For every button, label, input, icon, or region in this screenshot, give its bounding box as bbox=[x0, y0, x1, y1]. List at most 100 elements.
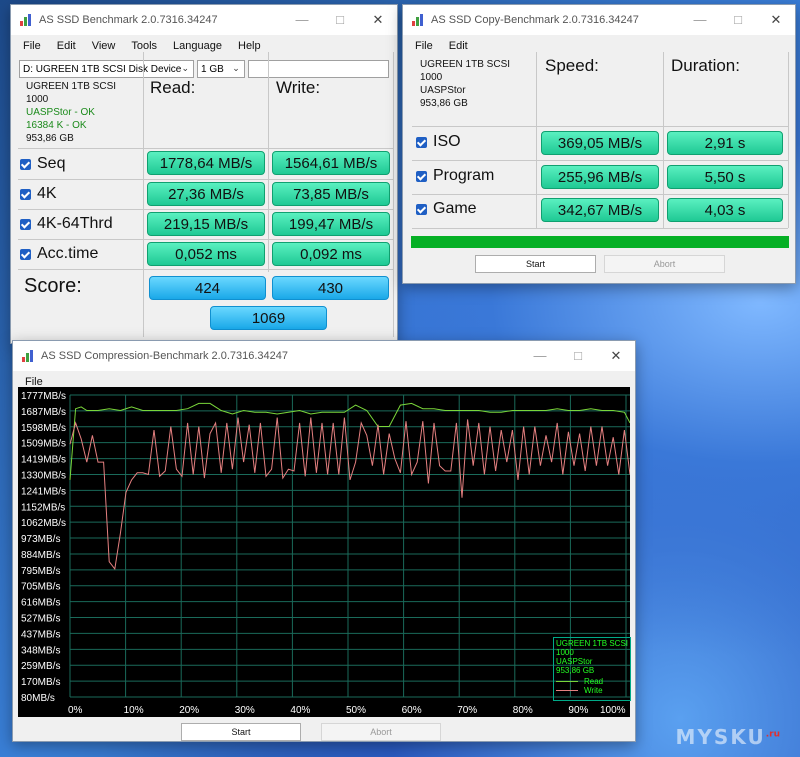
legend-write-swatch bbox=[556, 690, 578, 691]
close-button[interactable]: ✕ bbox=[359, 5, 397, 35]
chart-legend: UGREEN 1TB SCSI 1000 UASPStor 953,86 GB … bbox=[553, 637, 631, 701]
menu-bar: File Edit View Tools Language Help bbox=[11, 35, 397, 57]
menu-edit[interactable]: Edit bbox=[441, 40, 476, 52]
legend-write-label: Write bbox=[584, 686, 603, 695]
menu-language[interactable]: Language bbox=[165, 40, 230, 52]
maximize-button[interactable]: □ bbox=[719, 5, 757, 35]
read-column-header: Read: bbox=[150, 78, 196, 97]
legend-driver: UASPStor bbox=[556, 657, 593, 666]
checkbox-checked-icon[interactable] bbox=[20, 248, 31, 260]
drive-capacity: 953,86 GB bbox=[420, 98, 468, 109]
menu-help[interactable]: Help bbox=[230, 40, 269, 52]
y-tick-label: 80MB/s bbox=[21, 693, 55, 704]
menu-tools[interactable]: Tools bbox=[123, 40, 165, 52]
legend-drive-model: UGREEN 1TB SCSI bbox=[556, 639, 629, 648]
menu-view[interactable]: View bbox=[84, 40, 124, 52]
menu-file[interactable]: File bbox=[15, 40, 49, 52]
compression-chart-svg: 1777MB/s 1687MB/s 1598MB/s 1509MB/s 1419MB/s… bbox=[21, 391, 631, 716]
compression-chart: 1777MB/s 1687MB/s 1598MB/s 1509MB/s 1419MB/s… bbox=[18, 387, 631, 717]
drive-firmware: 1000 bbox=[420, 72, 443, 83]
checkbox-checked-icon[interactable] bbox=[20, 218, 31, 230]
minimize-button[interactable]: — bbox=[283, 5, 321, 35]
row-iso[interactable]: ISO bbox=[416, 130, 461, 154]
y-tick-label: 795MB/s bbox=[21, 566, 60, 577]
y-tick-label: 973MB/s bbox=[21, 534, 60, 545]
x-tick-label: 40% bbox=[290, 705, 310, 716]
chevron-down-icon: ⌄ bbox=[181, 63, 190, 73]
y-tick-label: 705MB/s bbox=[21, 582, 60, 593]
grid-divider bbox=[412, 228, 788, 229]
legend-write: Write bbox=[556, 686, 628, 695]
y-tick-label: 527MB/s bbox=[21, 614, 60, 625]
maximize-button[interactable]: □ bbox=[321, 5, 359, 35]
menu-file[interactable]: File bbox=[407, 40, 441, 52]
size-select-value: 1 GB bbox=[201, 63, 224, 75]
row-4k-64thrd[interactable]: 4K-64Thrd bbox=[20, 212, 113, 236]
game-duration-value: 4,03 s bbox=[667, 198, 783, 222]
maximize-button[interactable]: □ bbox=[559, 341, 597, 371]
benchmark-titlebar[interactable]: AS SSD Benchmark 2.0.7316.34247 — □ ✕ bbox=[11, 5, 397, 35]
y-tick-label: 1152MB/s bbox=[21, 502, 65, 513]
window-title: AS SSD Benchmark 2.0.7316.34247 bbox=[39, 14, 218, 26]
checkbox-checked-icon[interactable] bbox=[416, 203, 427, 215]
x-tick-label: 90% bbox=[568, 705, 588, 716]
copy-titlebar[interactable]: AS SSD Copy-Benchmark 2.0.7316.34247 — □… bbox=[403, 5, 795, 35]
grid-divider bbox=[18, 239, 393, 240]
legend-read-swatch bbox=[556, 681, 578, 682]
row-4k[interactable]: 4K bbox=[20, 182, 57, 206]
copy-progress-bar bbox=[411, 236, 789, 248]
grid-divider bbox=[412, 194, 788, 195]
copy-abort-button[interactable]: Abort bbox=[604, 255, 725, 273]
drive-model: UGREEN 1TB SCSI bbox=[26, 81, 117, 92]
row-label: Program bbox=[433, 167, 495, 184]
y-tick-label: 1330MB/s bbox=[21, 470, 66, 481]
window-title: AS SSD Copy-Benchmark 2.0.7316.34247 bbox=[431, 14, 639, 26]
minimize-button[interactable]: — bbox=[521, 341, 559, 371]
close-button[interactable]: ✕ bbox=[757, 5, 795, 35]
4k-write-value: 73,85 MB/s bbox=[272, 182, 390, 206]
grid-divider bbox=[788, 52, 789, 228]
close-button[interactable]: ✕ bbox=[597, 341, 635, 371]
acc-read-value: 0,052 ms bbox=[147, 242, 265, 266]
duration-column-header: Duration: bbox=[671, 56, 740, 75]
row-program[interactable]: Program bbox=[416, 164, 494, 188]
4k64-read-value: 219,15 MB/s bbox=[147, 212, 265, 236]
grid-divider bbox=[18, 179, 393, 180]
drive-select[interactable]: D: UGREEN 1TB SCSI Disk Device ⌄ bbox=[19, 60, 195, 78]
row-seq[interactable]: Seq bbox=[20, 152, 65, 176]
checkbox-checked-icon[interactable] bbox=[20, 188, 31, 200]
checkbox-checked-icon[interactable] bbox=[416, 170, 427, 182]
as-ssd-app-icon bbox=[19, 13, 33, 27]
y-tick-label: 1062MB/s bbox=[21, 518, 66, 529]
y-tick-label: 259MB/s bbox=[21, 661, 60, 672]
compression-abort-button[interactable]: Abort bbox=[321, 723, 441, 741]
program-speed-value: 255,96 MB/s bbox=[541, 165, 659, 189]
grid-divider bbox=[393, 52, 394, 337]
iso-speed-value: 369,05 MB/s bbox=[541, 131, 659, 155]
row-acc-time[interactable]: Acc.time bbox=[20, 242, 98, 266]
4k64-write-value: 199,47 MB/s bbox=[272, 212, 390, 236]
y-tick-label: 884MB/s bbox=[21, 550, 60, 561]
size-select[interactable]: 1 GB ⌄ bbox=[197, 60, 245, 78]
grid-divider bbox=[18, 209, 393, 210]
grid-divider bbox=[18, 269, 393, 270]
grid-divider bbox=[18, 148, 393, 149]
series-line-read bbox=[69, 402, 631, 480]
compression-start-button[interactable]: Start bbox=[181, 723, 301, 741]
driver-name: UASPStor bbox=[420, 85, 466, 96]
y-tick-label: 348MB/s bbox=[21, 645, 60, 656]
y-tick-label: 1509MB/s bbox=[21, 439, 66, 450]
checkbox-checked-icon[interactable] bbox=[20, 158, 31, 170]
x-tick-label: 50% bbox=[346, 705, 366, 716]
copy-start-button[interactable]: Start bbox=[475, 255, 596, 273]
x-tick-label: 10% bbox=[124, 705, 144, 716]
menu-edit[interactable]: Edit bbox=[49, 40, 84, 52]
drive-info: UGREEN 1TB SCSI 1000 UASPStor 953,86 GB bbox=[414, 56, 534, 124]
checkbox-checked-icon[interactable] bbox=[416, 136, 427, 148]
compression-benchmark-window: AS SSD Compression-Benchmark 2.0.7316.34… bbox=[12, 340, 636, 742]
program-duration-value: 5,50 s bbox=[667, 165, 783, 189]
minimize-button[interactable]: — bbox=[681, 5, 719, 35]
compression-titlebar[interactable]: AS SSD Compression-Benchmark 2.0.7316.34… bbox=[13, 341, 635, 371]
row-game[interactable]: Game bbox=[416, 197, 477, 221]
row-label: Game bbox=[433, 200, 477, 217]
